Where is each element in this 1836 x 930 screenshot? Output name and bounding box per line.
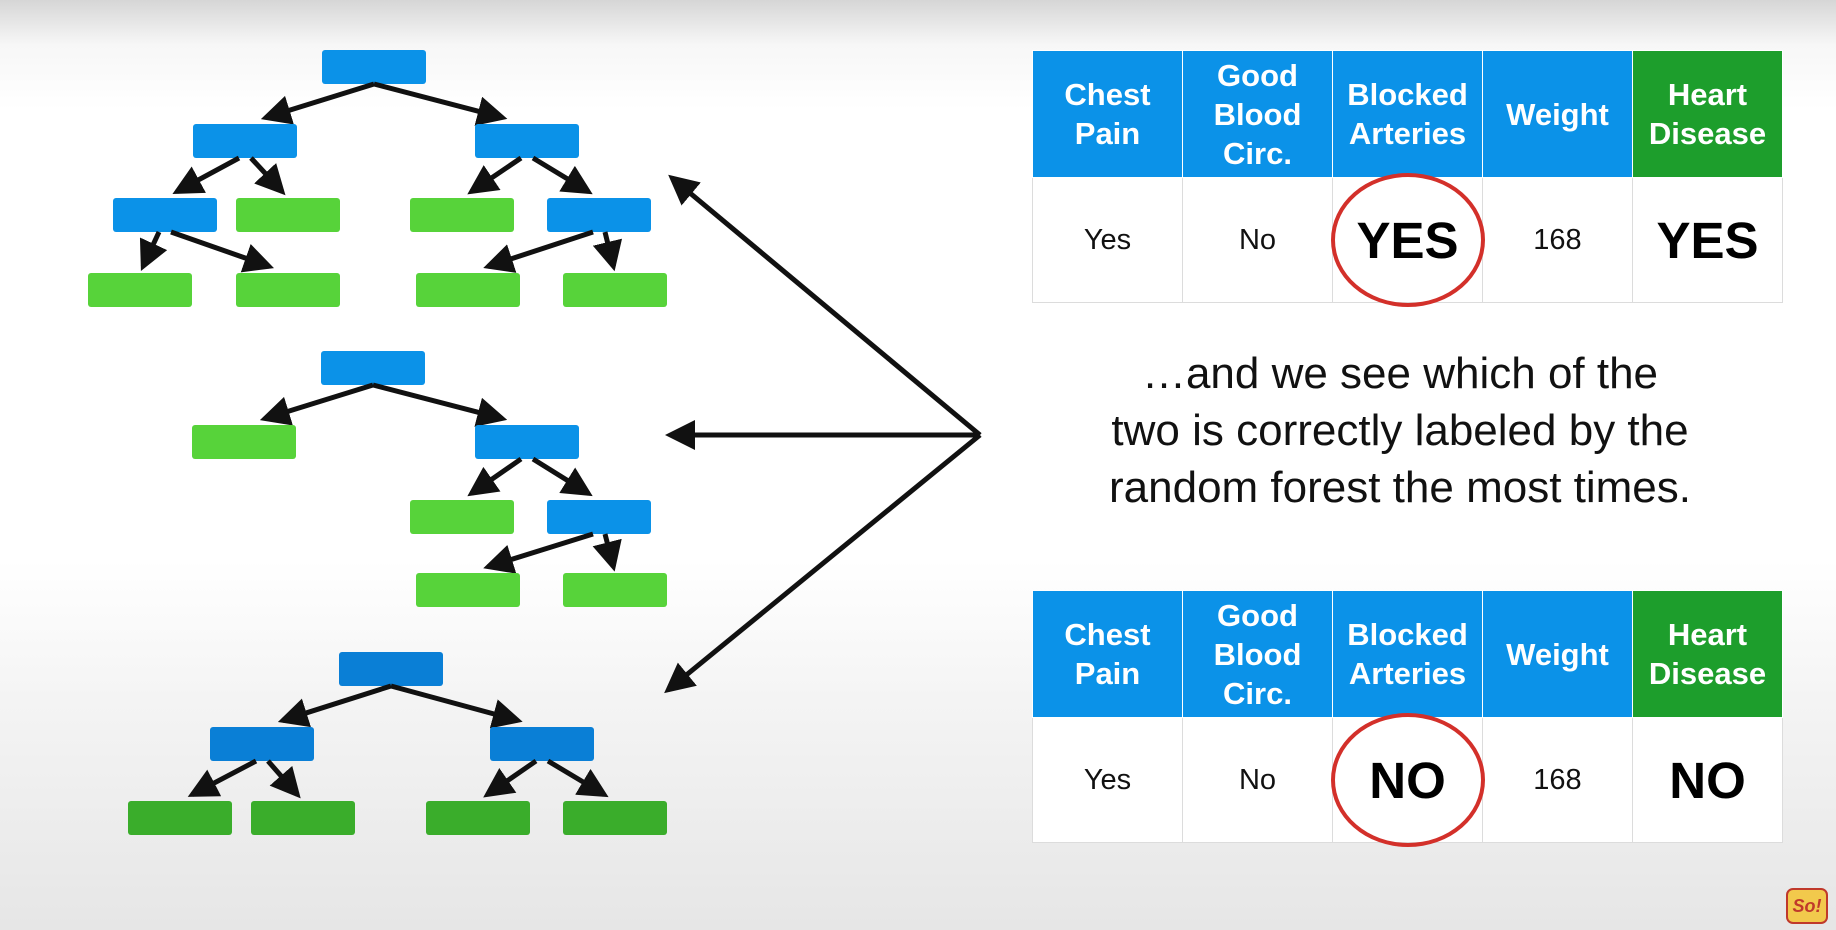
tree-edge-arrow [531, 155, 593, 195]
channel-logo: So! [1786, 888, 1828, 924]
tree-edge-arrow [187, 758, 258, 797]
decision-node [322, 50, 426, 84]
leaf-node [563, 801, 667, 835]
tree-edge-arrow [531, 456, 593, 497]
highlight-circle [1330, 173, 1485, 307]
leaf-node [128, 801, 232, 835]
tree-edge-arrow [260, 81, 375, 125]
decision-node [475, 124, 579, 158]
leaf-node [563, 273, 667, 307]
leaf-node [192, 425, 296, 459]
header-blocked-arteries: Blocked Arteries [1332, 50, 1483, 178]
tree-edge-arrow [483, 758, 538, 798]
pointer-arrow-1 [668, 174, 982, 437]
header-blocked-arteries: Blocked Arteries [1332, 590, 1483, 718]
cell-blocked-arteries: YES [1330, 173, 1485, 307]
tree-edge-arrow [249, 156, 286, 196]
caption-line: two is correctly labeled by the [1111, 406, 1689, 455]
tree-edge-arrow [170, 229, 274, 273]
highlight-circle [1330, 713, 1485, 847]
sample-table-yes: Chest Pain Good Blood Circ. Blocked Arteries… [1032, 50, 1783, 307]
tree-edge-arrow [592, 533, 622, 572]
caption-text: …and we see which of the two is correctl… [1000, 345, 1800, 516]
leaf-node [236, 198, 340, 232]
tree-edge-arrow [266, 759, 301, 799]
tree-edge-arrow [372, 382, 508, 427]
leaf-node [410, 500, 514, 534]
cell-weight: 168 [1482, 177, 1633, 303]
cell-heart-disease: NO [1632, 717, 1783, 843]
header-heart-disease: Heart Disease [1632, 590, 1783, 718]
tree-edge-arrow [467, 155, 523, 195]
leaf-node [236, 273, 340, 307]
header-weight: Weight [1482, 50, 1633, 178]
decision-tree-3 [128, 652, 667, 835]
pointer-arrow-3 [664, 433, 982, 694]
cell-blocked-arteries: NO [1330, 713, 1485, 847]
decision-tree-1 [88, 50, 667, 307]
tree-edge-arrow [373, 81, 508, 126]
tree-edge-arrow [390, 683, 523, 729]
tree-edge-arrow [259, 382, 374, 426]
decision-node [193, 124, 297, 158]
leaf-node [563, 573, 667, 607]
header-weight: Weight [1482, 590, 1633, 718]
tree-edge-arrow [172, 155, 241, 194]
leaf-node [426, 801, 530, 835]
header-good-blood-circ: Good Blood Circ. [1182, 50, 1333, 178]
decision-node [210, 727, 314, 761]
cell-heart-disease: YES [1632, 177, 1783, 303]
cell-weight: 168 [1482, 717, 1633, 843]
tree-edge-arrow [592, 231, 623, 272]
leaf-node [416, 573, 520, 607]
tree-edge-arrow [483, 229, 594, 273]
table-header-row: Chest Pain Good Blood Circ. Blocked Arteries… [1032, 590, 1783, 718]
cell-good-blood-circ: No [1182, 717, 1333, 843]
table-header-row: Chest Pain Good Blood Circ. Blocked Arteries… [1032, 50, 1783, 178]
tree-edge-arrow [467, 456, 523, 497]
leaf-node [88, 273, 192, 307]
table-row: Yes No YES 168 YES [1032, 173, 1783, 307]
tree-edge-arrow [546, 758, 609, 798]
decision-tree-2 [192, 351, 667, 607]
decision-node [547, 500, 651, 534]
header-good-blood-circ: Good Blood Circ. [1182, 590, 1333, 718]
leaf-node [410, 198, 514, 232]
highlight-wrap: YES [1330, 173, 1485, 307]
cell-chest-pain: Yes [1032, 177, 1183, 303]
header-heart-disease: Heart Disease [1632, 50, 1783, 178]
cell-good-blood-circ: No [1182, 177, 1333, 303]
decision-node [475, 425, 579, 459]
highlight-wrap: NO [1330, 713, 1485, 847]
tree-edge-arrow [139, 230, 168, 271]
table-row: Yes No NO 168 NO [1032, 713, 1783, 847]
tree-edge-arrow [483, 531, 594, 574]
caption-line: random forest the most times. [1109, 463, 1691, 512]
decision-node [547, 198, 651, 232]
header-chest-pain: Chest Pain [1032, 590, 1183, 718]
cell-chest-pain: Yes [1032, 717, 1183, 843]
tree-edge-arrow [277, 683, 392, 728]
decision-node [321, 351, 425, 385]
sample-table-no: Chest Pain Good Blood Circ. Blocked Arteries… [1032, 590, 1783, 847]
caption-line: …and we see which of the [1141, 349, 1659, 398]
header-chest-pain: Chest Pain [1032, 50, 1183, 178]
decision-node [490, 727, 594, 761]
leaf-node [251, 801, 355, 835]
decision-node [113, 198, 217, 232]
leaf-node [416, 273, 520, 307]
decision-node [339, 652, 443, 686]
